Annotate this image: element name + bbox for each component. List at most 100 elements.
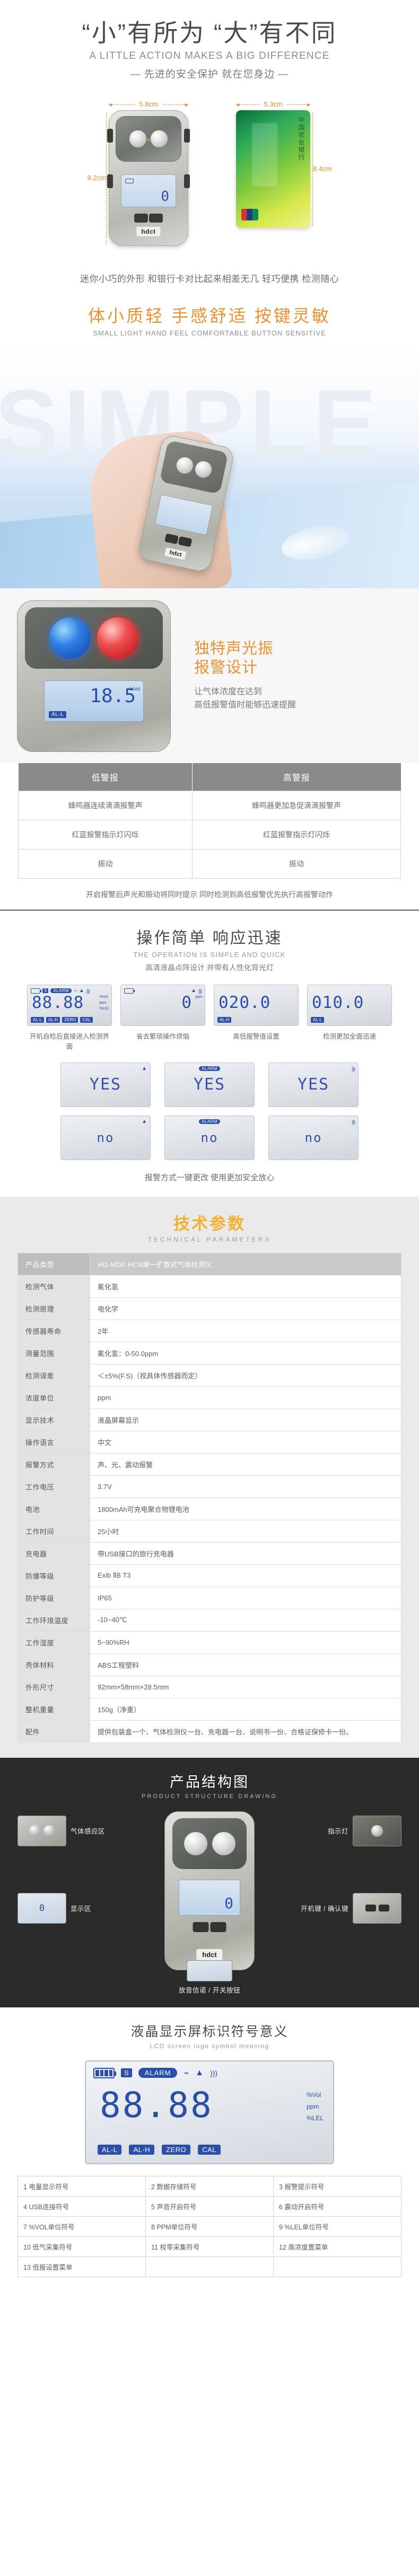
alarm-cell: 红蓝报警指示灯闪烁 <box>18 819 193 849</box>
toggle-screens-row-yes: ▲ YES ALARM YES ))) YES <box>0 1062 419 1107</box>
lcd-caption: 省去繁琐操作烦恼 <box>136 1032 189 1040</box>
s-icon: S <box>121 2068 132 2078</box>
table-row: 13 低报设置菜单 <box>18 2256 401 2277</box>
lightweight-title-cn: 体小质轻 手感舒适 按键灵敏 <box>88 306 331 325</box>
operation-subtitle: 高清液晶点阵设计 并带有人性化背光灯 <box>145 963 274 972</box>
device-lcd: 0 <box>179 1879 240 1916</box>
param-key: 操作语言 <box>18 1430 90 1454</box>
toggle-value: no <box>200 1130 219 1145</box>
unit-lel: %LEL <box>99 1006 109 1011</box>
function-button[interactable] <box>149 213 163 223</box>
param-value: ABS工程塑料 <box>90 1653 401 1676</box>
param-value: 150g（净重） <box>90 1697 401 1721</box>
card-height-dimension: 8.4cm <box>311 110 336 228</box>
device-spec-block: 5.8cm 9.2cm 0 hdct <box>88 99 190 246</box>
tag-zero: ZERO <box>162 2144 191 2155</box>
card-blur-overlay <box>252 122 277 187</box>
display-area-thumbnail: 0 <box>18 1892 66 1924</box>
param-value: 声、光、震动报警 <box>90 1453 401 1476</box>
tech-section-header: 技术参数 TECHNICAL PARAMETERS <box>0 1210 419 1243</box>
alarm-text-block: 独特声光振 报警设计 让气体浓度在达到 高低报警值时能够迅速提醒 <box>181 639 296 712</box>
legend-cell: 3 报警提示符号 <box>273 2175 401 2197</box>
technical-parameters-section: 技术参数 TECHNICAL PARAMETERS 产品类型 HG-MDK-HCN… <box>0 1196 419 1758</box>
function-button[interactable] <box>178 536 193 547</box>
param-value: 92mm×58mm×28.5mm <box>90 1675 401 1698</box>
structure-label: 开机键 / 确认键 <box>301 1905 348 1913</box>
brand-logo: hdct <box>196 1949 223 1960</box>
sensor-grill-icon <box>129 129 147 148</box>
structure-left-labels: 气体感应区 0 显示区 <box>18 1815 105 1924</box>
table-row: 防爆等级 Exib ⅡB T3 <box>18 1564 401 1587</box>
bank-card-image: 中国农业银行 <box>236 110 310 228</box>
table-row: 防护等级 IP65 <box>18 1586 401 1609</box>
table-row: 工作环境温度 -10~40℃ <box>18 1608 401 1632</box>
table-row: 检测气体 氰化氢 <box>18 1274 401 1298</box>
table-row: 整机重量 150g（净重） <box>18 1697 401 1721</box>
legend-cell: 5 声音开启符号 <box>145 2196 274 2217</box>
battery-icon <box>93 2067 116 2078</box>
device-width-label: 5.8cm <box>136 100 161 109</box>
structure-title-cn: 产品结构图 <box>170 1774 249 1790</box>
device-width-dimension: 5.8cm <box>109 99 188 110</box>
size-comparison-caption: 迷你小巧的外形 和银行卡对比起来相差无几 轻巧便携 检测随心 <box>80 273 339 284</box>
battery-icon <box>124 988 135 994</box>
symbols-title-cn: 液晶显示屏标识符号意义 <box>130 2024 289 2039</box>
gas-detector-device: 0 hdct <box>107 110 190 246</box>
vibrate-icon: ))) <box>86 988 90 994</box>
sensor-window <box>159 440 229 494</box>
toggle-screens-row-no: ▲ no ALARM no ))) no <box>0 1115 419 1160</box>
param-key: 测量范围 <box>18 1341 90 1365</box>
unit-ppm: ppm <box>99 1001 107 1005</box>
structure-callout-sensor: 气体感应区 <box>18 1815 105 1846</box>
usb-icon: ⌁ <box>184 2068 189 2078</box>
table-row: 壳体材料 ABS工程塑料 <box>18 1653 401 1676</box>
table-row: 7 %VOL单位符号 8 PPM单位符号 9 %LEL单位符号 <box>18 2216 401 2237</box>
toggle-screen-bell-yes: ▲ YES <box>60 1062 151 1107</box>
param-value: 氰化氢 <box>90 1274 401 1298</box>
operation-title-en: THE OPERATION IS SIMPLE AND QUICK <box>133 950 286 959</box>
param-key: 报警方式 <box>18 1453 90 1476</box>
legend-cell: 9 %LEL单位符号 <box>273 2216 401 2237</box>
device-body: 18.5 %Vol AL-L <box>17 600 171 752</box>
param-value: 2年 <box>90 1319 401 1342</box>
brand-logo: hdct <box>136 226 161 237</box>
toggle-screen-vibrate-no: ))) no <box>268 1115 359 1160</box>
function-button[interactable] <box>210 1922 226 1932</box>
device-lcd <box>154 494 213 536</box>
indicator-light-thumbnail <box>353 1815 401 1846</box>
sensor-grill-icon <box>174 455 195 475</box>
alarm-title-line2: 报警设计 <box>194 659 258 677</box>
lcd-top-icons: S ALARM ⌁ ▲ ))) <box>93 2067 326 2078</box>
alarm-cell: 红蓝报警指示灯闪烁 <box>191 819 401 849</box>
hero-subtitle: — 先进的安全保护 就在您身边 — <box>130 68 289 80</box>
param-value: HG-MDK-HCN单一扩散式气体检测仪 <box>90 1252 401 1276</box>
alarm-footnote: 开启报警后声光和振动将同时提示 同时检测到高低报警优先执行高报警动作 <box>86 890 333 899</box>
lcd-legend-screen: S ALARM ⌁ ▲ ))) 88.88 %Vol ppm %LEL AL-L… <box>85 2060 334 2164</box>
power-button[interactable] <box>164 533 179 544</box>
param-key: 壳体材料 <box>18 1653 90 1676</box>
power-button[interactable] <box>134 213 148 223</box>
param-key: 外形尺寸 <box>18 1675 90 1698</box>
table-row: 外形尺寸 92mm×58mm×28.5mm <box>18 1675 401 1698</box>
battery-icon <box>125 178 134 183</box>
param-value: 1800mAh可充电聚合物锂电池 <box>90 1497 401 1520</box>
device-side-tab <box>184 128 190 143</box>
alarm-desc-line1: 让气体浓度在达到 <box>194 687 263 696</box>
led-icon <box>371 1825 383 1837</box>
brand-logo: hdct <box>164 547 187 560</box>
param-key: 配件 <box>18 1720 90 1743</box>
table-row: 工作电压 3.7V <box>18 1475 401 1498</box>
power-button[interactable] <box>193 1922 209 1932</box>
unit-vol: %Vol <box>99 995 108 999</box>
param-key: 整机重量 <box>18 1697 90 1721</box>
toggle-screen-bell-no: ▲ no <box>60 1115 151 1160</box>
legend-cell: 13 低报设置菜单 <box>18 2256 146 2277</box>
hero-title-cn: “小”有所为 “大”有不同 <box>82 19 337 47</box>
sensor-grill-icon <box>184 1831 207 1855</box>
device-side-tab <box>107 174 113 188</box>
param-key: 防爆等级 <box>18 1564 90 1587</box>
lcd-units: ppm <box>195 995 203 1001</box>
table-row: 10 低气采集符号 11 校零采集符号 12 高浓度置菜单 <box>18 2236 401 2257</box>
lcd-legend-digits: 88.88 <box>100 2084 213 2126</box>
structure-callout-bottom: 放音信诺 / 开关按钮 <box>179 1960 240 1995</box>
